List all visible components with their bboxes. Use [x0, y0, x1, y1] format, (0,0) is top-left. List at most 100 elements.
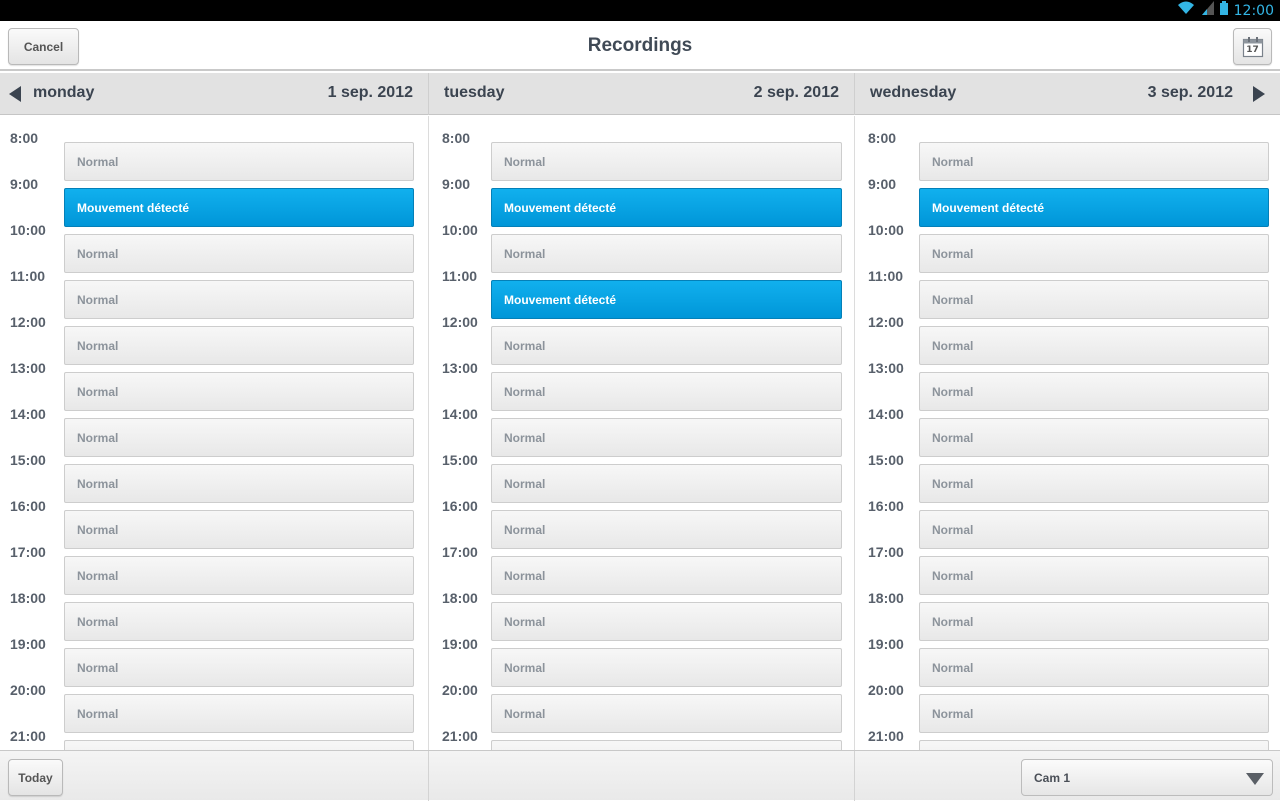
recording-slot[interactable]: Normal	[491, 694, 842, 733]
day-name: monday	[33, 84, 95, 101]
day-header-bar: monday 1 sep. 2012 tuesday 2 sep. 2012 w…	[0, 73, 1280, 115]
hour-label: 8:00	[10, 130, 39, 146]
recording-slot[interactable]: Normal	[64, 418, 414, 457]
recording-slot[interactable]: Normal	[919, 556, 1269, 595]
signal-icon	[1201, 1, 1214, 20]
recording-slot-motion[interactable]: Mouvement détecté	[64, 188, 414, 227]
recording-slot[interactable]: Normal	[64, 326, 414, 365]
hour-label: 21:00	[10, 728, 46, 744]
day-column-tuesday: 8:00 Normal 9:00 Mouvement détecté 10:00 Norm…	[429, 116, 855, 750]
day-date: 1 sep. 2012	[327, 84, 413, 101]
hour-label: 15:00	[442, 452, 478, 468]
hour-label: 19:00	[442, 636, 478, 652]
recording-slot[interactable]: Normal	[919, 372, 1269, 411]
hour-label: 12:00	[868, 314, 904, 330]
recording-slot[interactable]: Normal	[491, 648, 842, 687]
bottom-bar: Today Cam 1	[0, 750, 1280, 801]
hour-label: 19:00	[10, 636, 46, 652]
calendar-icon-day: 17	[1246, 44, 1259, 55]
hour-label: 21:00	[868, 728, 904, 744]
recording-slot[interactable]: Normal	[919, 694, 1269, 733]
hour-label: 14:00	[868, 406, 904, 422]
recording-slot-motion[interactable]: Mouvement détecté	[919, 188, 1269, 227]
hour-label: 21:00	[442, 728, 478, 744]
recording-slot[interactable]: Normal	[919, 510, 1269, 549]
camera-select[interactable]: Cam 1	[1021, 759, 1273, 796]
hour-label: 8:00	[442, 130, 471, 146]
day-date: 2 sep. 2012	[753, 84, 839, 101]
recording-slot[interactable]: Normal	[919, 464, 1269, 503]
day-header-tuesday: tuesday 2 sep. 2012	[429, 73, 855, 115]
recording-slot[interactable]: Normal	[64, 602, 414, 641]
recording-slot[interactable]: Normal	[919, 648, 1269, 687]
recording-slot[interactable]: Normal	[919, 280, 1269, 319]
recording-slot[interactable]: Normal	[64, 556, 414, 595]
recording-slot[interactable]	[64, 740, 414, 750]
hour-label: 16:00	[442, 498, 478, 514]
recording-slot[interactable]: Normal	[919, 602, 1269, 641]
calendar-icon: 17	[1242, 36, 1264, 58]
hour-label: 11:00	[10, 268, 46, 284]
recording-slot[interactable]: Normal	[64, 280, 414, 319]
recording-slot[interactable]: Normal	[491, 142, 842, 181]
recording-slot[interactable]: Normal	[491, 464, 842, 503]
recording-slot[interactable]: Normal	[64, 648, 414, 687]
hour-label: 13:00	[10, 360, 46, 376]
recording-slot[interactable]: Normal	[919, 142, 1269, 181]
recording-slot[interactable]: Normal	[64, 372, 414, 411]
recording-slot-motion[interactable]: Mouvement détecté	[491, 280, 842, 319]
calendar-button[interactable]: 17	[1233, 28, 1272, 65]
hour-label: 18:00	[868, 590, 904, 606]
hour-label: 10:00	[868, 222, 904, 238]
hour-label: 17:00	[442, 544, 478, 560]
schedule-area[interactable]: 8:00 Normal 9:00 Mouvement détecté 10:00 Norm…	[0, 116, 1280, 750]
hour-label: 13:00	[442, 360, 478, 376]
recording-slot[interactable]: Normal	[64, 510, 414, 549]
day-column-wednesday: 8:00 Normal 9:00 Mouvement détecté 10:00 Norm…	[855, 116, 1280, 750]
camera-select-value: Cam 1	[1034, 770, 1071, 785]
recording-slot-motion[interactable]: Mouvement détecté	[491, 188, 842, 227]
recording-slot[interactable]: Normal	[919, 234, 1269, 273]
dropdown-triangle-icon	[1246, 772, 1264, 789]
hour-label: 20:00	[442, 682, 478, 698]
hour-label: 20:00	[868, 682, 904, 698]
recording-slot[interactable]: Normal	[491, 234, 842, 273]
day-column-monday: 8:00 Normal 9:00 Mouvement détecté 10:00 Norm…	[0, 116, 429, 750]
day-name: wednesday	[870, 84, 957, 101]
hour-label: 11:00	[868, 268, 904, 284]
recording-slot[interactable]: Normal	[64, 142, 414, 181]
previous-day-arrow-icon[interactable]	[8, 85, 22, 108]
recording-slot[interactable]: Normal	[491, 418, 842, 457]
hour-label: 16:00	[868, 498, 904, 514]
bottom-divider	[854, 751, 855, 801]
status-icons: 12:00	[1176, 0, 1274, 21]
day-header-wednesday: wednesday 3 sep. 2012	[855, 73, 1280, 115]
bottom-divider	[428, 751, 429, 801]
recording-slot[interactable]: Normal	[491, 556, 842, 595]
recording-slot[interactable]: Normal	[491, 510, 842, 549]
status-bar: 12:00	[0, 0, 1280, 21]
recording-slot[interactable]	[919, 740, 1269, 750]
hour-label: 8:00	[868, 130, 897, 146]
hour-label: 20:00	[10, 682, 46, 698]
day-date: 3 sep. 2012	[1147, 84, 1233, 101]
battery-icon	[1219, 1, 1228, 20]
hour-label: 12:00	[10, 314, 46, 330]
hour-label: 12:00	[442, 314, 478, 330]
hour-label: 9:00	[442, 176, 471, 192]
recording-slot[interactable]: Normal	[491, 326, 842, 365]
hour-label: 10:00	[442, 222, 478, 238]
today-button[interactable]: Today	[8, 759, 63, 796]
next-day-arrow-icon[interactable]	[1252, 85, 1266, 108]
recording-slot[interactable]	[491, 740, 842, 750]
recording-slot[interactable]: Normal	[64, 694, 414, 733]
hour-label: 16:00	[10, 498, 46, 514]
hour-label: 11:00	[442, 268, 478, 284]
recording-slot[interactable]: Normal	[491, 372, 842, 411]
hour-label: 13:00	[868, 360, 904, 376]
recording-slot[interactable]: Normal	[64, 464, 414, 503]
recording-slot[interactable]: Normal	[64, 234, 414, 273]
recording-slot[interactable]: Normal	[919, 418, 1269, 457]
recording-slot[interactable]: Normal	[919, 326, 1269, 365]
recording-slot[interactable]: Normal	[491, 602, 842, 641]
